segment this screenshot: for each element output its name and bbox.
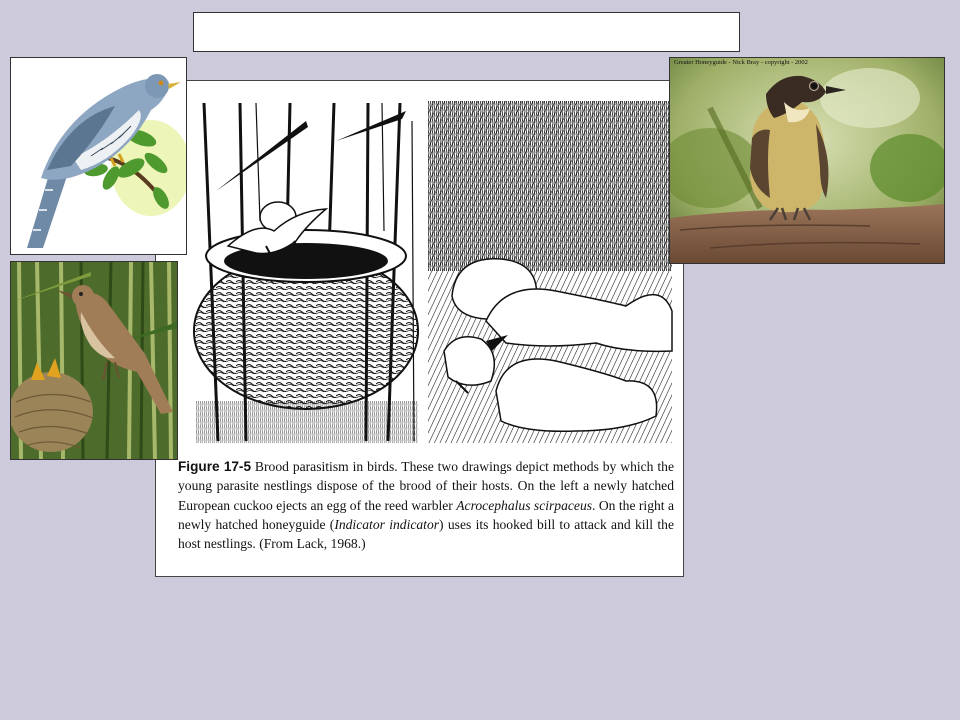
reed-warbler-photo [10,261,178,460]
right-drawing-honeyguide-nestlings [428,101,673,443]
greater-honeyguide-photo: Greater Honeyguide - Nick Bray - copyrig… [669,57,945,264]
photo-credit: Greater Honeyguide - Nick Bray - copyrig… [674,59,808,66]
figure-caption: Figure 17-5 Brood parasitism in birds. T… [178,457,674,553]
caption-species-honeyguide: Indicator indicator [334,516,440,532]
reed-warbler-image [11,262,177,459]
cuckoo-illustration [10,57,187,255]
textbook-figure: Figure 17-5 Brood parasitism in birds. T… [155,80,684,577]
cuckoo-image [11,58,186,254]
caption-species-warbler: Acrocephalus scirpaceus [456,497,593,513]
figure-drawings [193,101,673,443]
honeyguide-image [670,58,944,263]
left-drawing-cuckoo-nest [193,101,420,443]
slide-title-box [193,12,740,52]
figure-number: Figure 17-5 [178,459,252,474]
